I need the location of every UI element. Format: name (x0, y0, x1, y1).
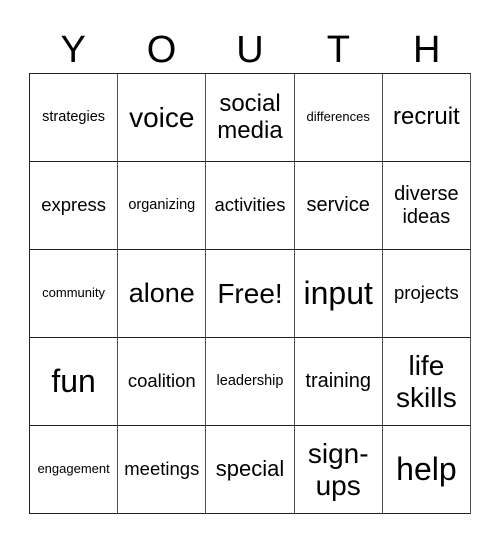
header-letter-y: Y (60, 29, 86, 71)
bingo-cell[interactable]: projects (382, 250, 471, 338)
bingo-cell[interactable]: strategies (30, 74, 119, 162)
bingo-cell[interactable]: sign-ups (294, 426, 383, 514)
bingo-cell[interactable]: training (294, 338, 383, 426)
free-space-cell[interactable]: Free! (206, 250, 295, 338)
bingo-cell[interactable]: fun (30, 338, 119, 426)
bingo-cell[interactable]: help (382, 426, 471, 514)
bingo-cell[interactable]: organizing (118, 162, 207, 250)
bingo-cell[interactable]: activities (206, 162, 295, 250)
header-letter-u: U (236, 29, 264, 71)
bingo-cell[interactable]: alone (118, 250, 207, 338)
bingo-cell[interactable]: express (30, 162, 119, 250)
header-letter-o: O (146, 29, 177, 71)
bingo-cell[interactable]: recruit (382, 74, 471, 162)
bingo-cell[interactable]: meetings (118, 426, 207, 514)
bingo-cell[interactable]: social media (206, 74, 295, 162)
header-letter-t: T (326, 29, 350, 71)
bingo-cell[interactable]: differences (294, 74, 383, 162)
bingo-cell[interactable]: service (294, 162, 383, 250)
bingo-cell[interactable]: input (294, 250, 383, 338)
bingo-cell[interactable]: engagement (30, 426, 119, 514)
bingo-cell[interactable]: special (206, 426, 295, 514)
bingo-grid: strategies voice social media difference… (29, 73, 471, 514)
bingo-cell[interactable]: leadership (206, 338, 295, 426)
bingo-header: Y O U T H (29, 28, 471, 72)
bingo-cell[interactable]: life skills (382, 338, 471, 426)
bingo-cell[interactable]: community (30, 250, 119, 338)
bingo-cell[interactable]: diverse ideas (382, 162, 471, 250)
header-letter-h: H (413, 29, 441, 71)
bingo-cell[interactable]: voice (118, 74, 207, 162)
bingo-cell[interactable]: coalition (118, 338, 207, 426)
